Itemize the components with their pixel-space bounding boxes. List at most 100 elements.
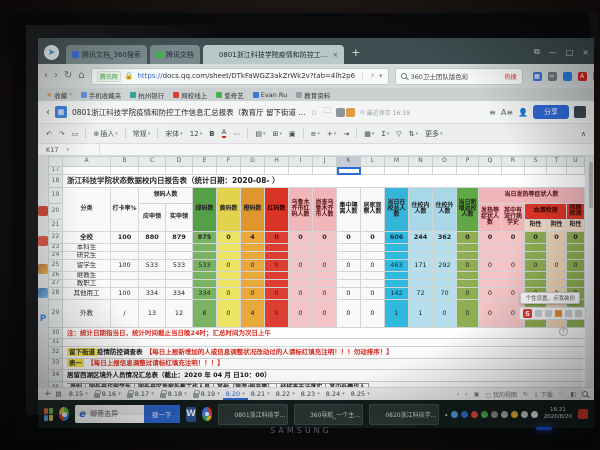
refresh-small-icon[interactable]: ↻ [523,391,528,398]
borders-icon[interactable]: ⊞▾ [273,130,282,138]
header-cell[interactable]: 领码人数 [139,188,193,204]
sheet-cell[interactable]: 0 [361,300,385,328]
sheet-cell[interactable] [409,167,433,175]
sheet-tab[interactable]: 8.25▾ [348,388,373,400]
sheet-cell[interactable]: 0 [289,259,313,271]
new-tab-button[interactable]: + [351,46,360,59]
row-number[interactable]: 28 [49,288,63,300]
sheet-list-icon[interactable]: ▤ [56,390,62,398]
sheet-cell[interactable]: 72 [409,288,433,300]
sheet-cell[interactable] [567,271,585,279]
sheet-cell[interactable] [525,243,547,251]
sheet-note-cell[interactable] [63,339,585,347]
sheet-cell[interactable] [193,167,217,175]
sheet-cell[interactable] [433,243,457,251]
sheet-cell[interactable] [567,243,585,251]
sheet-cell[interactable] [111,167,139,175]
sheet-cell[interactable]: 0 [361,231,385,243]
input-method-toolbar[interactable]: S [519,307,586,320]
sheet-cell[interactable] [193,271,217,279]
sheet-cell[interactable] [337,243,361,251]
sheet-cell[interactable] [361,243,385,251]
chrome-app-icon[interactable] [202,407,212,421]
sheet-cell[interactable]: 12 [166,300,193,328]
sheet-cell[interactable] [433,271,457,279]
sheet-cell[interactable]: 0 [457,259,479,271]
sheet-cell[interactable]: 0 [502,259,525,271]
speed-mode-icon[interactable]: ⚡ [370,72,375,80]
sheet-cell[interactable] [409,271,433,279]
row-number[interactable]: 18 [49,175,63,188]
browser-logo-icon[interactable]: ➤ [44,45,59,60]
tray-icon[interactable] [461,411,468,418]
screenshot-icon[interactable]: ✂ [548,72,557,81]
sheet-cell[interactable] [139,271,166,279]
sheet-cell[interactable]: 4 [241,300,265,328]
home-icon[interactable]: ⌂ [78,71,84,81]
sheet-cell[interactable] [525,271,547,279]
tray-icon[interactable] [511,411,518,418]
sheet-cell[interactable]: 533 [139,259,166,271]
header-cell[interactable]: 红码数 [265,188,289,232]
address-bar[interactable]: 腾讯网 🔒 https://docs.qq.com/sheet/DTkFaWGZ… [91,68,389,85]
sheet-cell[interactable] [385,167,409,175]
select-all-corner[interactable] [49,157,63,167]
header-cell[interactable]: 橙码数 [241,188,265,232]
sheet-cell[interactable]: 0 [479,300,502,328]
header-cell[interactable]: 住校外人数 [433,188,457,232]
sheet-cell[interactable]: 879 [166,231,193,243]
sheet-cell[interactable]: 0 [313,231,337,243]
category-cell[interactable]: 教职工 [63,280,111,288]
row-number[interactable]: 20 [49,204,63,220]
column-header[interactable]: I [289,157,313,167]
sheet-cell[interactable]: 0 [337,231,361,243]
column-header[interactable]: U [567,157,585,167]
sheet-cell[interactable]: 100 [111,288,139,300]
chevron-down-icon[interactable]: ▾ [85,391,88,397]
taskbar-window-button[interactable]: 360导航_一个主... [294,404,363,425]
browser-tab[interactable]: 腾讯文档 [150,45,200,64]
sheet-cell[interactable] [502,271,525,279]
browser-search-box[interactable]: 360卫士团队版色彩 热搜 [395,68,523,85]
header-cell[interactable]: 尚查乌鲁木齐市人数 [313,188,337,232]
sheet-cell[interactable]: 0 [479,288,502,300]
sheet-cell[interactable]: 0 [567,231,585,243]
desktop-shortcut-icon[interactable] [38,264,48,274]
sheet-cell[interactable] [193,251,217,259]
chevron-down-icon[interactable]: ▾ [267,391,270,397]
security-shield-icon[interactable]: ▲ [593,72,594,81]
sheet-cell[interactable]: 0 [217,259,241,271]
sheet-cell[interactable]: 0 [361,259,385,271]
sheet-cell[interactable]: 362 [433,231,457,243]
sheet-cell[interactable] [479,167,502,175]
header-cell[interactable]: 黄码数 [217,188,241,232]
header-cell[interactable]: 当日发热等症状人数 [479,188,585,204]
sheet-cell[interactable] [409,280,433,288]
sheet-cell[interactable] [457,243,479,251]
sheet-cell[interactable] [265,243,289,251]
row-number[interactable]: 24 [49,251,63,259]
sheet-cell[interactable] [337,280,361,288]
sheet-cell[interactable]: 0 [361,288,385,300]
sheet-cell[interactable] [433,167,457,175]
fullscreen-icon[interactable]: ▣ [474,391,480,398]
more-format-icon[interactable]: ⋯ [233,130,240,138]
sheet-cell[interactable] [289,167,313,175]
row-number[interactable]: 25 [49,259,63,271]
column-header[interactable]: M [385,157,409,167]
row-number[interactable]: 29 [49,300,63,328]
column-header[interactable]: R [502,157,525,167]
column-header[interactable]: N [409,157,433,167]
sheet-cell[interactable] [409,251,433,259]
sort-icon[interactable]: ⇅▾ [409,130,418,138]
font-tool-icon[interactable]: A [578,72,587,81]
sheet-cell[interactable]: 533 [166,259,193,271]
desktop-shortcut-icon[interactable] [38,206,48,216]
sheet-cell[interactable] [139,280,166,288]
sheet-cell[interactable]: 0 [265,288,289,300]
wrap-text-icon[interactable]: ⇥ [343,130,349,138]
sheet-cell[interactable] [217,167,241,175]
workspace-icon[interactable] [574,106,586,118]
favorite-star-icon[interactable]: ☆ [311,108,318,117]
sheet-cell[interactable]: 0 [457,231,479,243]
